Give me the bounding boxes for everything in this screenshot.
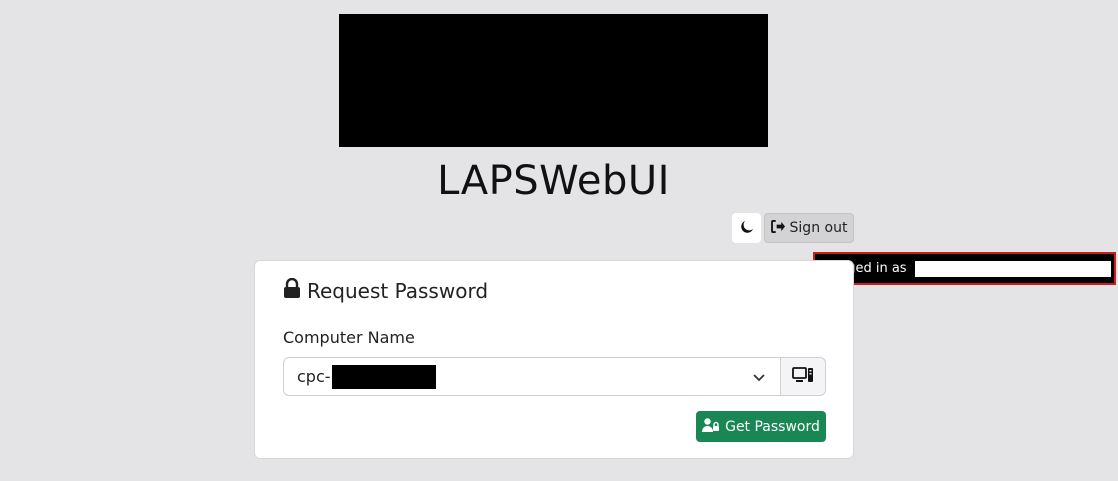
computer-picker-button[interactable] xyxy=(780,357,826,396)
computer-name-group: cpc- xyxy=(283,357,826,396)
moon-icon xyxy=(740,220,754,237)
logo-redacted xyxy=(339,14,768,147)
user-lock-icon xyxy=(702,417,720,436)
app-title: LAPSWebUI xyxy=(437,158,670,204)
computer-name-label: Computer Name xyxy=(283,328,415,347)
card-title: Request Password xyxy=(283,277,489,303)
get-password-button[interactable]: Get Password xyxy=(696,411,826,442)
computer-name-redacted xyxy=(331,364,436,389)
sign-out-button[interactable]: Sign out xyxy=(764,213,854,243)
lock-icon xyxy=(283,277,301,303)
get-password-label: Get Password xyxy=(725,418,820,435)
theme-toggle-button[interactable] xyxy=(732,213,761,243)
logged-in-badge: Logged in as xyxy=(813,252,1116,285)
sign-out-icon xyxy=(770,219,786,237)
computer-name-select[interactable]: cpc- xyxy=(283,357,780,396)
card-title-text: Request Password xyxy=(307,278,489,303)
chevron-down-icon xyxy=(752,370,766,389)
sign-out-label: Sign out xyxy=(789,220,848,236)
computer-name-value: cpc- xyxy=(297,367,331,386)
computer-icon xyxy=(792,366,814,387)
request-password-card: Request Password Computer Name cpc- Get … xyxy=(254,260,854,459)
username-redacted xyxy=(914,260,1111,277)
